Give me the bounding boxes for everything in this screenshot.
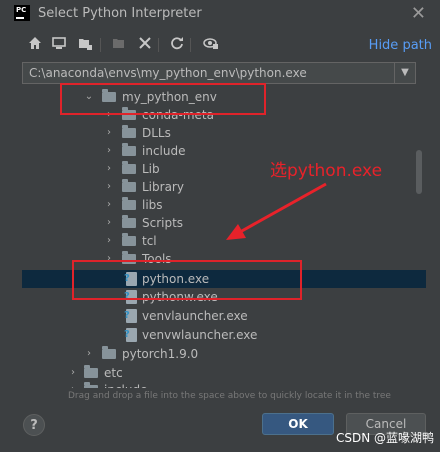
annotation-arrow-icon <box>226 182 327 240</box>
watermark: CSDN @蓝喙湖鸭 <box>335 431 434 445</box>
